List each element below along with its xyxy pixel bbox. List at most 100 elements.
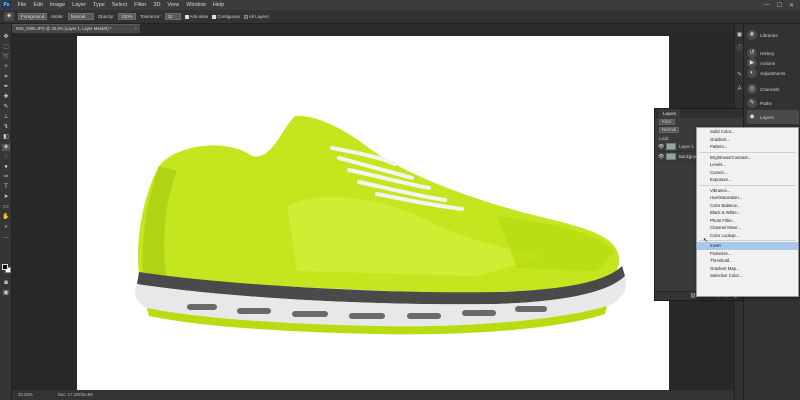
menu-file[interactable]: File (14, 2, 30, 8)
fill-source-select[interactable]: Foreground (18, 13, 48, 20)
move-tool-icon[interactable]: ✥ (2, 34, 10, 41)
pen-tool-icon[interactable]: ✑ (2, 174, 10, 181)
eraser-tool-icon[interactable]: ◧ (2, 134, 10, 141)
layers-icon: ◆ (747, 112, 757, 122)
paint-bucket-icon[interactable]: ◈ (4, 12, 14, 21)
maximize-icon[interactable]: ☐ (777, 2, 782, 9)
menu-item-invert[interactable]: Invert (697, 242, 798, 250)
contiguous-checkbox[interactable]: Contiguous (212, 14, 240, 19)
checkbox-icon (184, 14, 189, 19)
close-icon[interactable]: ✕ (789, 2, 794, 9)
panel-libraries[interactable]: ❖ Libraries (747, 28, 799, 42)
menu-item-vibrance[interactable]: Vibrance... (697, 187, 798, 195)
menu-item-channel-mixer[interactable]: Channel Mixer... (697, 224, 798, 232)
menu-item-hue-saturation[interactable]: Hue/Saturation... (697, 194, 798, 202)
menu-item-levels[interactable]: Levels... (697, 161, 798, 169)
paint-bucket-tool-icon[interactable]: ◈ (2, 144, 10, 151)
menu-item-black-white[interactable]: Black & White... (697, 209, 798, 217)
magic-wand-icon[interactable]: ✧ (2, 64, 10, 71)
menu-select[interactable]: Select (108, 2, 130, 8)
close-tab-icon[interactable]: × (135, 25, 137, 33)
menu-edit[interactable]: Edit (30, 2, 46, 8)
menu-layer[interactable]: Layer (69, 2, 90, 8)
menu-item-photo-filter[interactable]: Photo Filter... (697, 217, 798, 225)
panel-label: Adjustments (760, 70, 786, 76)
opacity-field[interactable]: 100% (118, 13, 136, 20)
checkbox-icon (212, 14, 217, 19)
layers-tab[interactable]: Layers (659, 109, 681, 118)
all-layers-label: All Layers (248, 14, 269, 19)
screen-mode-icon[interactable]: ▣ (2, 290, 10, 297)
eye-icon[interactable]: 👁 (658, 144, 664, 150)
blend-mode-select[interactable]: Normal (659, 127, 680, 133)
minimize-icon[interactable]: — (764, 2, 770, 9)
menu-type[interactable]: Type (89, 2, 108, 8)
menu-item-threshold[interactable]: Threshold... (697, 257, 798, 265)
panel-layers[interactable]: ◆ Layers (747, 110, 799, 124)
quick-mask-icon[interactable]: ◙ (2, 280, 10, 287)
path-selection-icon[interactable]: ➤ (2, 194, 10, 201)
tolerance-field[interactable]: 32 (164, 13, 181, 20)
history-brush-icon[interactable]: ↯ (2, 124, 10, 131)
window-controls: — ☐ ✕ (764, 2, 800, 9)
menu-item-curves[interactable]: Curves... (697, 169, 798, 177)
shape-tool-icon[interactable]: ▭ (2, 204, 10, 211)
menu-item-pattern[interactable]: Pattern... (697, 143, 798, 151)
panel-label: Paths (760, 100, 772, 106)
shoe-image (135, 115, 627, 335)
panel-paths[interactable]: ✎ Paths (747, 96, 799, 110)
zoom-tool-icon[interactable]: ⌕ (2, 224, 10, 231)
menu-window[interactable]: Window (183, 2, 210, 8)
menu-image[interactable]: Image (46, 2, 68, 8)
menu-item-color-lookup[interactable]: Color Lookup... (697, 232, 798, 240)
menu-item-color-balance[interactable]: Color Balance... (697, 202, 798, 210)
eyedropper-tool-icon[interactable]: ✒ (2, 84, 10, 91)
brush-settings-icon[interactable]: ✎ (736, 72, 743, 78)
menu-help[interactable]: Help (209, 2, 227, 8)
foreground-color-swatch[interactable] (2, 264, 8, 270)
info-icon[interactable]: ⓘ (736, 46, 743, 52)
menu-view[interactable]: View (164, 2, 183, 8)
healing-brush-icon[interactable]: ✚ (2, 94, 10, 101)
canvas-area[interactable] (12, 33, 734, 391)
blur-tool-icon[interactable]: ◌ (2, 154, 10, 161)
clone-stamp-icon[interactable]: ⊥ (2, 114, 10, 121)
options-bar: ◈ Foreground Mode: Normal Opacity: 100% … (0, 10, 800, 24)
zoom-level[interactable]: 33.33% (18, 392, 33, 397)
menu-item-gradient-map[interactable]: Gradient Map... (697, 265, 798, 273)
kind-filter-select[interactable]: Kind (659, 119, 675, 125)
more-tools-icon[interactable]: … (2, 234, 10, 241)
lasso-tool-icon[interactable]: ➰ (2, 54, 10, 61)
mode-select[interactable]: Normal (67, 13, 94, 20)
menu-item-gradient[interactable]: Gradient... (697, 136, 798, 144)
hand-tool-icon[interactable]: ✋ (2, 214, 10, 221)
panel-label: Channels (760, 86, 780, 92)
crop-tool-icon[interactable]: ⌗ (2, 74, 10, 81)
menu-item-selective-color[interactable]: Selective Color... (697, 272, 798, 280)
all-layers-checkbox[interactable]: All Layers (243, 14, 269, 19)
document-canvas[interactable] (77, 36, 669, 391)
document-tab[interactable]: IMG_9495.JPG @ 33.3% (Layer 1, Layer Mas… (12, 24, 140, 33)
panel-label: History (760, 50, 775, 56)
menu-item-exposure[interactable]: Exposure... (697, 176, 798, 184)
photoshop-logo-icon: Ps (2, 1, 11, 9)
mouse-cursor-icon: ↖ (703, 238, 709, 244)
properties-icon[interactable]: ◼ (736, 32, 743, 38)
menu-bar: Ps File Edit Image Layer Type Select Fil… (0, 0, 800, 10)
character-icon[interactable]: A (736, 86, 743, 92)
menu-filter[interactable]: Filter (131, 2, 150, 8)
menu-3d[interactable]: 3D (150, 2, 164, 8)
menu-item-solid-color[interactable]: Solid Color... (697, 128, 798, 136)
type-tool-icon[interactable]: T (2, 184, 10, 191)
panel-channels[interactable]: ◎ Channels (747, 82, 799, 96)
marquee-tool-icon[interactable]: ⬚ (2, 44, 10, 51)
contiguous-label: Contiguous (217, 14, 240, 19)
layer-thumbnail (666, 153, 676, 160)
dodge-tool-icon[interactable]: ● (2, 164, 10, 171)
antialias-checkbox[interactable]: Anti-alias (184, 14, 208, 19)
panel-adjustments[interactable]: ◐ Adjustments (747, 66, 799, 80)
menu-item-brightness-contrast[interactable]: Brightness/Contrast... (697, 154, 798, 162)
menu-item-posterize[interactable]: Posterize... (697, 250, 798, 258)
brush-tool-icon[interactable]: ✎ (2, 104, 10, 111)
eye-icon[interactable]: 👁 (658, 154, 664, 160)
